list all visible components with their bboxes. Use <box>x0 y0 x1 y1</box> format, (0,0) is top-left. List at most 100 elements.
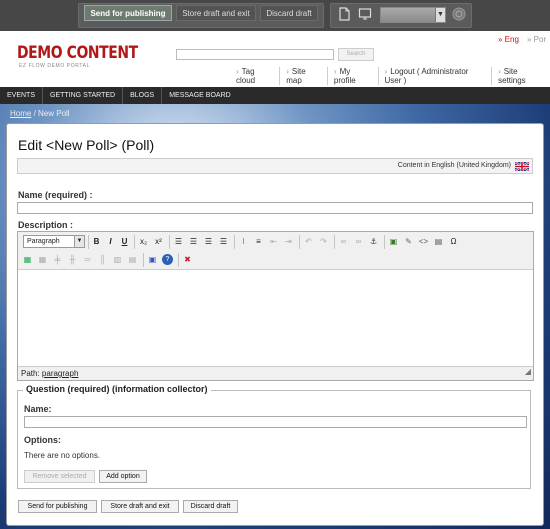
search-button[interactable]: Search <box>338 48 374 61</box>
align-left-icon[interactable]: ☰ <box>172 235 185 248</box>
paragraph-format-value: Paragraph <box>27 238 60 245</box>
editor-path-bar: Path: paragraph ◢ <box>18 366 533 380</box>
menu-item-events[interactable]: EVENTS <box>0 87 44 104</box>
language-portuguese-link[interactable]: » Por <box>527 35 546 44</box>
resize-handle-icon[interactable]: ◢ <box>525 365 531 378</box>
breadcrumb-current: New Poll <box>38 109 70 118</box>
menu-item-message-board[interactable]: MESSAGE BOARD <box>162 87 237 104</box>
toolbar-separator <box>169 235 170 249</box>
main-menu: EVENTS GETTING STARTED BLOGS MESSAGE BOA… <box>0 87 550 104</box>
preview-device-select[interactable]: ▼ <box>380 7 446 23</box>
my-profile-link[interactable]: My profile <box>326 67 378 85</box>
search-input[interactable] <box>176 49 334 60</box>
remove-selected-button[interactable]: Remove selected <box>24 470 95 483</box>
toolbar-separator <box>178 253 179 267</box>
breadcrumb-home-link[interactable]: Home <box>10 109 31 118</box>
special-character-icon[interactable]: Ω <box>447 235 460 248</box>
insert-object-icon[interactable]: ✎ <box>402 235 415 248</box>
insert-row-icon[interactable]: ╪ <box>51 253 64 266</box>
discard-draft-button[interactable]: Discard draft <box>183 500 238 513</box>
uk-flag-icon <box>515 162 529 171</box>
anchor-icon[interactable]: ⚓ <box>367 235 380 248</box>
toolbar-separator <box>334 235 335 249</box>
header-links: Tag cloud Site map My profile Logout ( A… <box>230 67 550 85</box>
editor-toolbar: Paragraph ▼ B I U x₂ x² ☰ ☰ ☰ ☰ ⁝ ≡ ⇤ ⇥ … <box>18 232 533 270</box>
toolbar-separator <box>234 235 235 249</box>
no-options-text: There are no options. <box>24 451 101 460</box>
delete-table-icon[interactable]: ▦ <box>36 253 49 266</box>
italic-icon[interactable]: I <box>104 235 117 248</box>
logout-link[interactable]: Logout ( Administrator User ) <box>377 67 492 85</box>
monitor-preview-icon[interactable] <box>358 7 372 21</box>
name-input[interactable] <box>17 202 533 214</box>
justify-icon[interactable]: ☰ <box>217 235 230 248</box>
literal-icon[interactable]: <> <box>417 235 430 248</box>
question-name-label: Name: <box>24 404 52 414</box>
chevron-down-icon: ▼ <box>435 8 445 22</box>
numbered-list-icon[interactable]: ≡ <box>252 235 265 248</box>
description-label: Description : <box>18 220 74 230</box>
insert-column-icon[interactable]: ╫ <box>66 253 79 266</box>
custom-tag-icon[interactable]: ▤ <box>432 235 445 248</box>
editor-path-paragraph-link[interactable]: paragraph <box>42 369 78 378</box>
name-label: Name (required) : <box>18 190 93 200</box>
toggle-visual-icon[interactable]: ▣ <box>146 253 159 266</box>
align-center-icon[interactable]: ☰ <box>187 235 200 248</box>
options-label: Options: <box>24 435 61 445</box>
link-icon[interactable]: ∞ <box>337 235 350 248</box>
bullet-list-icon[interactable]: ⁝ <box>237 235 250 248</box>
insert-image-icon[interactable]: ▣ <box>387 235 400 248</box>
breadcrumb: Home / New Poll <box>10 109 70 118</box>
site-map-link[interactable]: Site map <box>279 67 327 85</box>
store-draft-and-exit-button[interactable]: Store draft and exit <box>101 500 179 513</box>
toolbar-send-for-publishing-button[interactable]: Send for publishing <box>84 5 172 21</box>
toolbar-store-draft-button[interactable]: Store draft and exit <box>176 5 256 21</box>
site-logo[interactable]: DEMO CONTENT <box>17 43 138 63</box>
bold-icon[interactable]: B <box>90 235 103 248</box>
toolbar-separator <box>88 235 89 249</box>
delete-row-icon[interactable]: ═ <box>81 253 94 266</box>
undo-icon[interactable]: ↶ <box>302 235 315 248</box>
toolbar-separator <box>143 253 144 267</box>
align-right-icon[interactable]: ☰ <box>202 235 215 248</box>
page-title: Edit <New Poll> (Poll) <box>18 137 155 153</box>
toolbar-separator <box>134 235 135 249</box>
publishing-toolbar: Send for publishing Store draft and exit… <box>0 0 550 31</box>
content-language-text: Content in English (United Kingdom) <box>397 162 511 169</box>
add-option-button[interactable]: Add option <box>99 470 147 483</box>
split-cell-icon[interactable]: ▥ <box>111 253 124 266</box>
site-settings-link[interactable]: Site settings <box>491 67 550 85</box>
send-for-publishing-button[interactable]: Send for publishing <box>18 500 97 513</box>
insert-table-icon[interactable]: ▦ <box>21 253 34 266</box>
remove-icon[interactable]: ✖ <box>181 253 194 266</box>
question-name-input[interactable] <box>24 416 527 428</box>
document-icon[interactable] <box>337 7 351 21</box>
tag-cloud-link[interactable]: Tag cloud <box>230 67 279 85</box>
language-english-link[interactable]: » Eng <box>498 35 519 44</box>
unlink-icon[interactable]: ∞ <box>352 235 365 248</box>
chevron-down-icon: ▼ <box>74 236 84 247</box>
toolbar-separator <box>384 235 385 249</box>
help-icon[interactable]: ? <box>162 254 173 265</box>
menu-item-getting-started[interactable]: GETTING STARTED <box>43 87 124 104</box>
outdent-icon[interactable]: ⇤ <box>267 235 280 248</box>
content-language-bar: Content in English (United Kingdom) <box>17 158 533 174</box>
question-legend: Question (required) (information collect… <box>23 384 211 394</box>
breadcrumb-separator: / <box>31 109 39 118</box>
subscript-icon[interactable]: x₂ <box>137 235 150 248</box>
indent-icon[interactable]: ⇥ <box>282 235 295 248</box>
settings-circle-icon[interactable] <box>452 7 466 21</box>
editor-path-label: Path: <box>21 369 40 378</box>
toolbar-separator <box>299 235 300 249</box>
paragraph-format-select[interactable]: Paragraph ▼ <box>23 235 85 248</box>
site-tagline: EZ FLOW DEMO PORTAL <box>19 63 90 69</box>
menu-item-blogs[interactable]: BLOGS <box>123 87 163 104</box>
description-editor: Paragraph ▼ B I U x₂ x² ☰ ☰ ☰ ☰ ⁝ ≡ ⇤ ⇥ … <box>17 231 534 381</box>
delete-column-icon[interactable]: ║ <box>96 253 109 266</box>
redo-icon[interactable]: ↷ <box>317 235 330 248</box>
underline-icon[interactable]: U <box>118 235 131 248</box>
merge-cell-icon[interactable]: ▤ <box>126 253 139 266</box>
toolbar-discard-draft-button[interactable]: Discard draft <box>260 5 318 21</box>
editor-content-area[interactable] <box>18 270 533 366</box>
superscript-icon[interactable]: x² <box>152 235 165 248</box>
